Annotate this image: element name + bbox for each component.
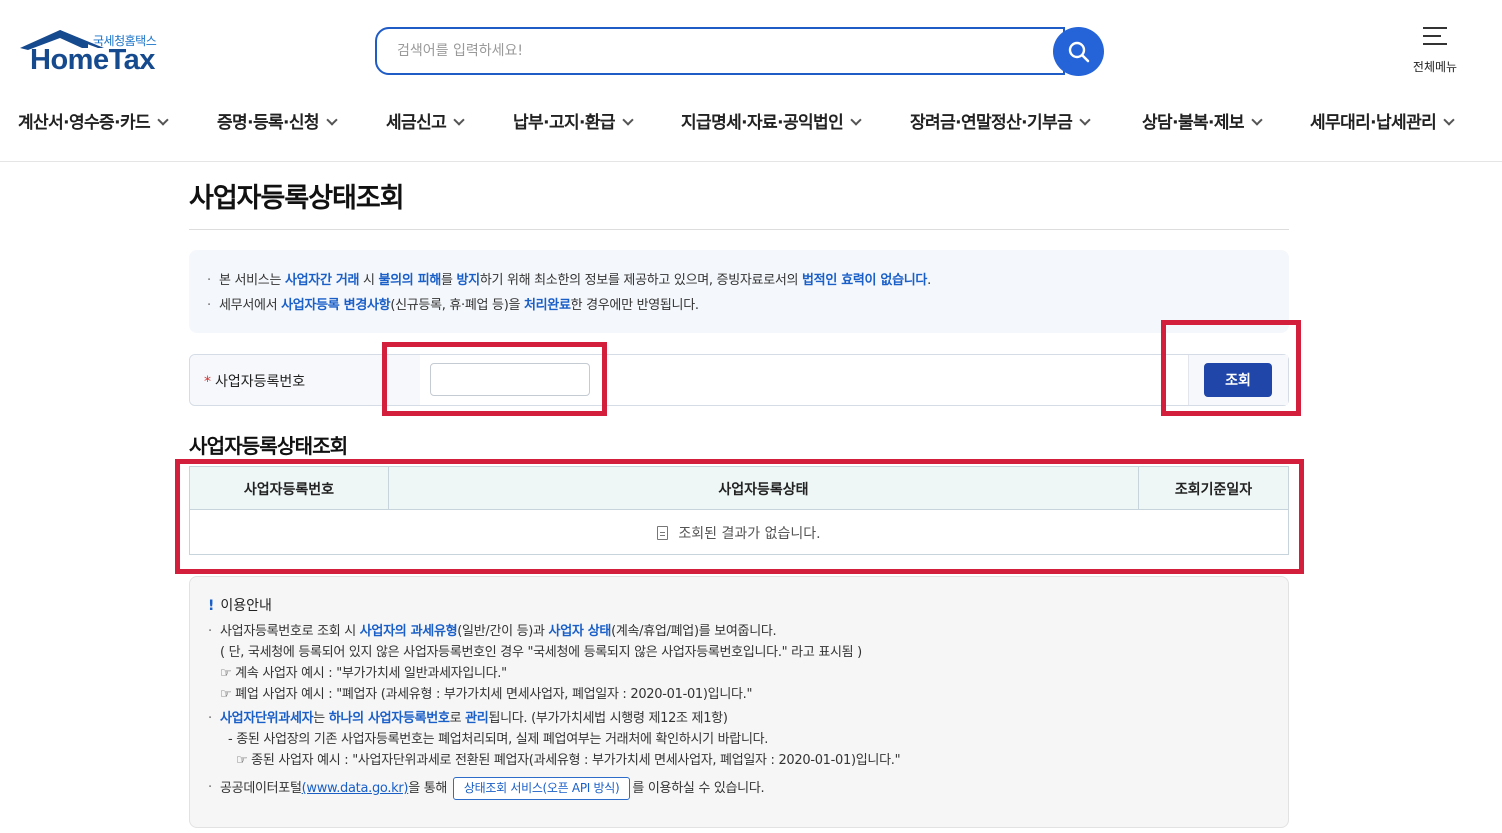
guide-title: ! 이용안내 bbox=[208, 598, 272, 614]
guide-line: 사업자등록번호로 조회 시 사업자의 과세유형(일반/간이 등)과 사업자 상태… bbox=[208, 621, 1270, 642]
hometax-logo[interactable]: 국세청홈택스 HomeTax bbox=[18, 28, 178, 80]
nav-item-consult[interactable]: 상담·불복·제보 bbox=[1142, 108, 1263, 133]
page-title: 사업자등록상태조회 bbox=[189, 183, 405, 214]
guide-line: ☞ 계속 사업자 예시 : "부가가치세 일반과세자입니다." bbox=[220, 666, 507, 681]
notice-line-1: 본 서비스는 사업자간 거래 시 불의의 피해를 방지하기 위해 최소한의 정보… bbox=[207, 268, 1271, 293]
nav-item-invoice[interactable]: 계산서·영수증·카드 bbox=[18, 108, 169, 133]
nav-item-tax-report[interactable]: 세금신고 bbox=[386, 108, 465, 133]
chevron-down-icon bbox=[157, 114, 169, 126]
nav-item-certificate[interactable]: 증명·등록·신청 bbox=[217, 108, 338, 133]
guide-line: ( 단, 국세청에 등록되어 있지 않은 사업자등록번호인 경우 "국세청에 등… bbox=[220, 645, 862, 660]
nav-item-incentive[interactable]: 장려금·연말정산·기부금 bbox=[910, 108, 1091, 133]
guide-line: - 종된 사업장의 기존 사업자등록번호는 폐업처리되며, 실제 폐업여부는 거… bbox=[228, 732, 769, 747]
chevron-down-icon bbox=[1079, 114, 1091, 126]
hamburger-icon bbox=[1423, 25, 1447, 45]
search-box bbox=[375, 27, 1065, 75]
search-input[interactable] bbox=[377, 29, 1063, 73]
guide-line: 공공데이터포털(www.data.go.kr)을 통해 상태조회 서비스(오픈 … bbox=[208, 777, 1270, 800]
data-portal-link[interactable]: (www.data.go.kr) bbox=[302, 781, 409, 796]
chevron-down-icon bbox=[850, 114, 862, 126]
all-menu-button[interactable]: 전체메뉴 bbox=[1408, 25, 1462, 80]
chevron-down-icon bbox=[1251, 114, 1263, 126]
guide-line: ☞ 종된 사업자 예시 : "사업자단위과세로 전환된 폐업자(과세유형 : 부… bbox=[236, 753, 901, 768]
search-form-row: * 사업자등록번호 bbox=[189, 354, 1289, 406]
result-section-title: 사업자등록상태조회 bbox=[189, 434, 348, 458]
guide-line: ☞ 폐업 사업자 예시 : "폐업자 (과세유형 : 부가가치세 면세사업자, … bbox=[220, 687, 753, 702]
notice-line-2: 세무서에서 사업자등록 변경사항(신규등록, 휴·폐업 등)을 처리완료한 경우… bbox=[207, 293, 1271, 318]
highlight-box-button bbox=[1161, 320, 1301, 416]
guide-line: 사업자단위과세자는 하나의 사업자등록번호로 관리됩니다. (부가가치세법 시행… bbox=[208, 708, 1270, 729]
chevron-down-icon bbox=[326, 114, 338, 126]
bizno-label: * 사업자등록번호 bbox=[204, 374, 306, 390]
nav-item-payment[interactable]: 납부·고지·환급 bbox=[513, 108, 634, 133]
chevron-down-icon bbox=[622, 114, 634, 126]
service-notice: 본 서비스는 사업자간 거래 시 불의의 피해를 방지하기 위해 최소한의 정보… bbox=[189, 250, 1289, 333]
search-button[interactable] bbox=[1053, 27, 1104, 76]
nav-item-payment-statement[interactable]: 지급명세·자료·공익법인 bbox=[681, 108, 862, 133]
usage-guide: !이용안내 사업자등록번호로 조회 시 사업자의 과세유형(일반/간이 등)과 … bbox=[189, 576, 1289, 828]
site-header: 국세청홈택스 HomeTax 전체메뉴 계산서·영수증·카드 증명·등록·신청 … bbox=[0, 0, 1502, 162]
highlight-box-table bbox=[175, 459, 1304, 574]
title-divider bbox=[189, 229, 1289, 230]
chevron-down-icon bbox=[1443, 114, 1455, 126]
main-navigation: 계산서·영수증·카드 증명·등록·신청 세금신고 납부·고지·환급 지급명세·자… bbox=[0, 108, 1502, 134]
search-icon bbox=[1068, 41, 1089, 62]
logo-wordmark: HomeTax bbox=[30, 44, 155, 76]
info-icon: ! bbox=[208, 598, 215, 614]
nav-item-tax-agent[interactable]: 세무대리·납세관리 bbox=[1310, 108, 1455, 133]
all-menu-label: 전체메뉴 bbox=[1412, 60, 1458, 74]
required-mark: * bbox=[204, 374, 211, 390]
chevron-down-icon bbox=[453, 114, 465, 126]
highlight-box-input bbox=[382, 342, 607, 416]
open-api-button[interactable]: 상태조회 서비스(오픈 API 방식) bbox=[452, 777, 631, 800]
